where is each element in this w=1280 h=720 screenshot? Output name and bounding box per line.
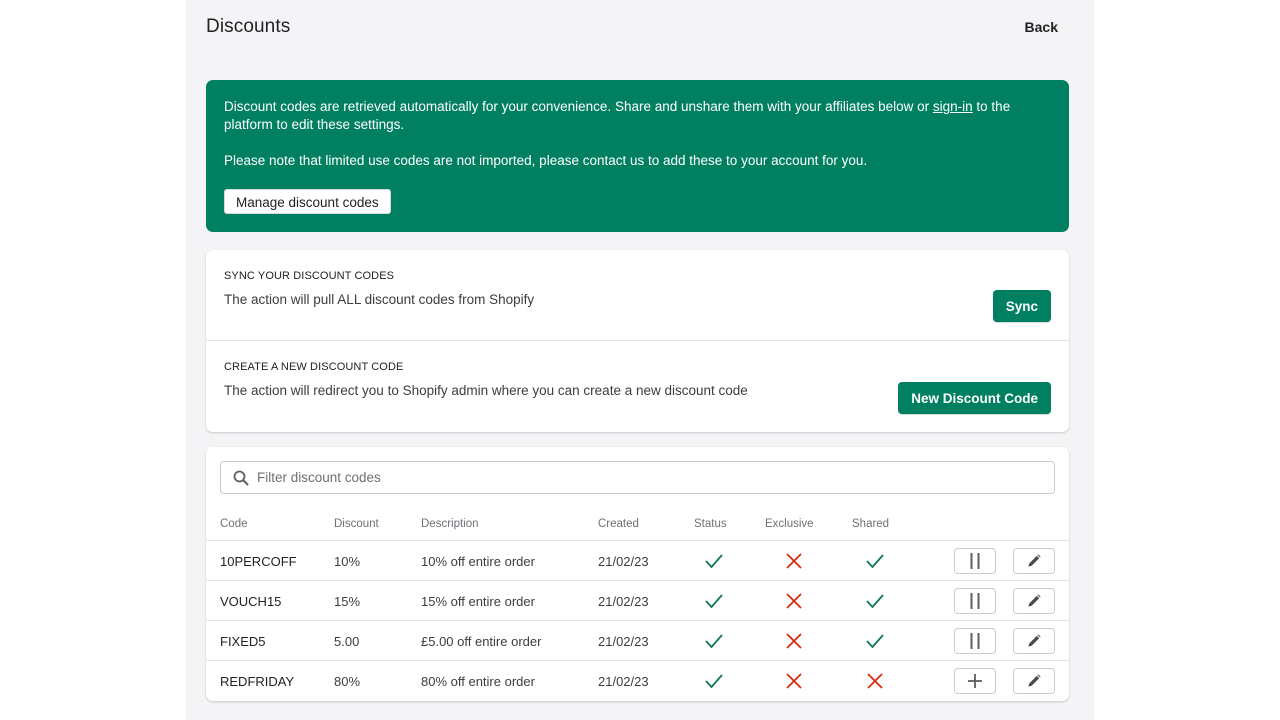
create-label: CREATE A NEW DISCOUNT CODE	[224, 361, 404, 373]
unshare-button[interactable]	[954, 628, 996, 654]
table-row: 10PERCOFF 10% 10% off entire order 21/02/23	[206, 541, 1069, 581]
check-icon	[704, 672, 724, 690]
cell-discount: 5.00	[334, 634, 360, 649]
page-header: Discounts Back	[206, 16, 1058, 42]
cell-discount: 10%	[334, 554, 361, 569]
table-row: FIXED5 5.00 £5.00 off entire order 21/02/23	[206, 621, 1069, 661]
filter-input[interactable]	[257, 462, 1037, 493]
cell-created: 21/02/23	[598, 634, 649, 649]
cell-description: 15% off entire order	[421, 594, 535, 609]
unshare-button[interactable]	[954, 548, 996, 574]
back-link[interactable]: Back	[1025, 19, 1058, 35]
sign-in-link[interactable]: sign-in	[933, 99, 973, 114]
cell-created: 21/02/23	[598, 554, 649, 569]
cell-code: VOUCH15	[220, 594, 282, 609]
cell-created: 21/02/23	[598, 594, 649, 609]
banner-note: Please note that limited use codes are n…	[224, 153, 868, 168]
sync-section: SYNC YOUR DISCOUNT CODES The action will…	[206, 250, 1069, 341]
info-banner: Discount codes are retrieved automatical…	[206, 80, 1069, 232]
column-header-description[interactable]: Description	[421, 518, 479, 530]
column-header-shared[interactable]: Shared	[852, 518, 889, 530]
table-row: VOUCH15 15% 15% off entire order 21/02/23	[206, 581, 1069, 621]
filter-search-box[interactable]	[220, 461, 1055, 494]
cell-description: £5.00 off entire order	[421, 634, 542, 649]
table-row: REDFRIDAY 80% 80% off entire order 21/02/23	[206, 661, 1069, 701]
edit-button[interactable]	[1013, 588, 1055, 614]
cell-code: 10PERCOFF	[220, 554, 297, 569]
check-icon	[865, 632, 885, 650]
edit-button[interactable]	[1013, 548, 1055, 574]
column-header-code[interactable]: Code	[220, 518, 248, 530]
page: Discounts Back Discount codes are retrie…	[186, 0, 1094, 720]
edit-button[interactable]	[1013, 668, 1055, 694]
banner-text: Discount codes are retrieved automatical…	[224, 98, 1051, 134]
cell-description: 10% off entire order	[421, 554, 535, 569]
column-header-exclusive[interactable]: Exclusive	[765, 518, 814, 530]
search-icon	[233, 470, 249, 486]
cross-icon	[784, 672, 804, 690]
check-icon	[865, 552, 885, 570]
check-icon	[704, 632, 724, 650]
create-description: The action will redirect you to Shopify …	[224, 383, 748, 398]
cross-icon	[784, 552, 804, 570]
actions-card: SYNC YOUR DISCOUNT CODES The action will…	[206, 250, 1069, 432]
check-icon	[704, 592, 724, 610]
cell-code: FIXED5	[220, 634, 266, 649]
table-header: Code Discount Description Created Status…	[206, 513, 1069, 541]
check-icon	[865, 592, 885, 610]
cell-code: REDFRIDAY	[220, 674, 295, 689]
discount-table-card: Code Discount Description Created Status…	[206, 447, 1069, 701]
create-section: CREATE A NEW DISCOUNT CODE The action wi…	[206, 341, 1069, 432]
cell-description: 80% off entire order	[421, 674, 535, 689]
cell-discount: 15%	[334, 594, 361, 609]
page-title: Discounts	[206, 16, 291, 37]
sync-description: The action will pull ALL discount codes …	[224, 292, 535, 307]
cross-icon	[784, 632, 804, 650]
cell-discount: 80%	[334, 674, 361, 689]
column-header-created[interactable]: Created	[598, 518, 639, 530]
edit-button[interactable]	[1013, 628, 1055, 654]
check-icon	[704, 552, 724, 570]
sync-button[interactable]: Sync	[992, 290, 1051, 322]
manage-discount-codes-button[interactable]: Manage discount codes	[224, 189, 391, 214]
column-header-discount[interactable]: Discount	[334, 518, 379, 530]
banner-text-start: Discount codes are retrieved automatical…	[224, 99, 933, 114]
share-button[interactable]	[954, 668, 996, 694]
cross-icon	[784, 592, 804, 610]
unshare-button[interactable]	[954, 588, 996, 614]
sync-label: SYNC YOUR DISCOUNT CODES	[224, 270, 395, 282]
cross-icon	[865, 672, 885, 690]
new-discount-code-button[interactable]: New Discount Code	[898, 382, 1051, 414]
cell-created: 21/02/23	[598, 674, 649, 689]
column-header-status[interactable]: Status	[694, 518, 727, 530]
